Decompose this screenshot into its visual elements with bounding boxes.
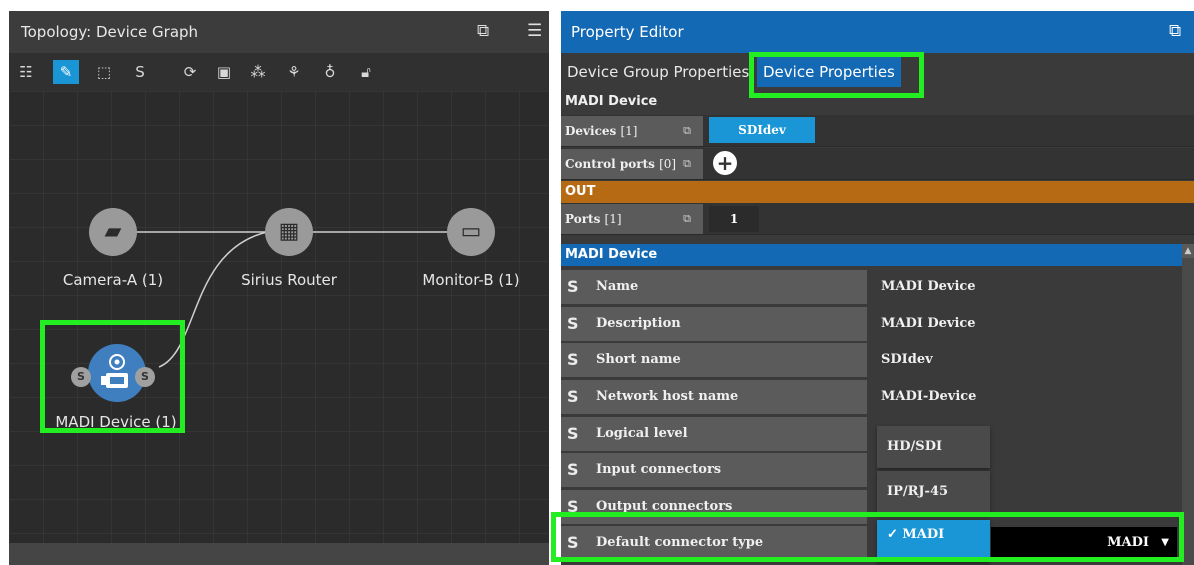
property-row-short-name: S Short name SDIdev <box>561 342 1194 378</box>
popout-icon[interactable]: ⧉ <box>683 204 691 234</box>
router-grid-icon: ▦ <box>278 219 300 244</box>
property-name-value[interactable]: MADI Device <box>871 270 1182 304</box>
madi-node-highlight <box>40 320 185 433</box>
popout-icon[interactable]: ⧉ <box>477 21 489 41</box>
graph-links <box>113 231 473 368</box>
topology-title-bar: Topology: Device Graph ⧉ ☰ <box>9 11 549 53</box>
monitor-node-label: Monitor-B (1) <box>422 271 520 289</box>
property-row-network-host: S Network host name MADI-Device <box>561 379 1194 415</box>
list-icon[interactable]: ☷ <box>13 60 39 84</box>
control-ports-label: Control ports [0] ⧉ <box>561 149 703 179</box>
pencil-icon[interactable]: ✎ <box>53 60 79 84</box>
property-row-description: S Description MADI Device <box>561 306 1194 342</box>
property-input-connectors-label: S Input connectors <box>561 453 867 487</box>
scroll-up-icon[interactable]: ▲ <box>1182 244 1194 258</box>
camera-node-label: Camera-A (1) <box>62 271 164 289</box>
property-short-name-value[interactable]: SDIdev <box>871 343 1182 377</box>
property-name-label: S Name <box>561 270 867 304</box>
property-editor-title-bar: Property Editor ⧉ <box>561 11 1194 53</box>
control-ports-label-text: Control ports <box>565 157 655 171</box>
property-description-value[interactable]: MADI Device <box>871 307 1182 341</box>
port-chip[interactable]: 1 <box>709 206 759 232</box>
link-icon: S <box>567 460 579 479</box>
property-row-name: S Name MADI Device <box>561 269 1194 305</box>
link-icon[interactable]: S <box>127 60 153 84</box>
ports-count: [1] <box>604 212 622 226</box>
cluster-icon[interactable]: ⁂ <box>245 60 271 84</box>
link-icon: S <box>567 424 579 443</box>
topology-panel: Topology: Device Graph ⧉ ☰ ☷ ✎ ⬚ S ⟳ ▣ ⁂… <box>9 11 549 565</box>
property-input-connectors-text: Input connectors <box>596 462 722 477</box>
camera-node[interactable]: ▰ <box>89 208 137 256</box>
link-icon: S <box>567 277 579 296</box>
property-logical-level-label: S Logical level <box>561 417 867 451</box>
property-network-host-value[interactable]: MADI-Device <box>871 380 1182 414</box>
tab-device-group-properties[interactable]: Device Group Properties <box>561 57 755 87</box>
devices-count: [1] <box>620 124 638 138</box>
property-short-name-text: Short name <box>596 352 681 367</box>
menu-icon[interactable]: ☰ <box>527 21 542 41</box>
device-properties-tab-highlight <box>749 52 924 98</box>
link-icon: S <box>567 350 579 369</box>
dropdown-option-hd-sdi[interactable]: HD/SDI <box>877 426 990 468</box>
bulb-icon[interactable]: ♁ <box>317 60 343 84</box>
popout-icon[interactable]: ⧉ <box>1169 21 1181 41</box>
link-icon: S <box>567 387 579 406</box>
monitor-icon: ▭ <box>460 219 482 244</box>
control-ports-count: [0] <box>659 157 677 171</box>
device-chip[interactable]: SDIdev <box>709 117 815 143</box>
popout-icon[interactable]: ⧉ <box>683 116 691 146</box>
property-editor-title: Property Editor <box>571 23 684 41</box>
devices-label-text: Devices <box>565 124 617 138</box>
property-network-host-label: S Network host name <box>561 380 867 414</box>
tree-icon[interactable]: ⚘ <box>281 60 307 84</box>
topology-footer <box>9 543 549 565</box>
camera-icon: ▰ <box>104 219 122 244</box>
ports-label-text: Ports <box>565 212 601 226</box>
router-node[interactable]: ▦ <box>265 208 313 256</box>
bucket-icon[interactable]: ▣ <box>211 60 237 84</box>
property-description-label: S Description <box>561 307 867 341</box>
lock-icon[interactable]: 🔓︎ <box>353 60 379 84</box>
select-icon[interactable]: ⬚ <box>91 60 117 84</box>
default-connector-row-highlight <box>551 512 1184 562</box>
property-short-name-label: S Short name <box>561 343 867 377</box>
topology-toolbar: ☷ ✎ ⬚ S ⟳ ▣ ⁂ ⚘ ♁ 🔓︎ <box>9 53 549 91</box>
link-icon: S <box>567 314 579 333</box>
popout-icon[interactable]: ⧉ <box>683 149 691 179</box>
ports-label: Ports [1] ⧉ <box>561 204 703 234</box>
dropdown-option-ip-rj45[interactable]: IP/RJ-45 <box>877 471 990 513</box>
graph-canvas[interactable]: ▰ Camera-A (1) ▦ Sirius Router ▭ Monitor… <box>9 91 549 543</box>
property-name-text: Name <box>596 279 639 294</box>
add-control-port-icon[interactable]: + <box>713 151 737 175</box>
devices-label: Devices [1] ⧉ <box>561 116 703 146</box>
refresh-icon[interactable]: ⟳ <box>177 60 203 84</box>
property-description-text: Description <box>596 316 681 331</box>
property-network-host-text: Network host name <box>596 389 739 404</box>
monitor-node[interactable]: ▭ <box>447 208 495 256</box>
out-header: OUT <box>561 181 1194 203</box>
topology-title: Topology: Device Graph <box>21 23 199 41</box>
property-logical-level-text: Logical level <box>596 426 688 441</box>
device-section-header: MADI Device <box>561 244 1182 266</box>
router-node-label: Sirius Router <box>241 271 337 289</box>
